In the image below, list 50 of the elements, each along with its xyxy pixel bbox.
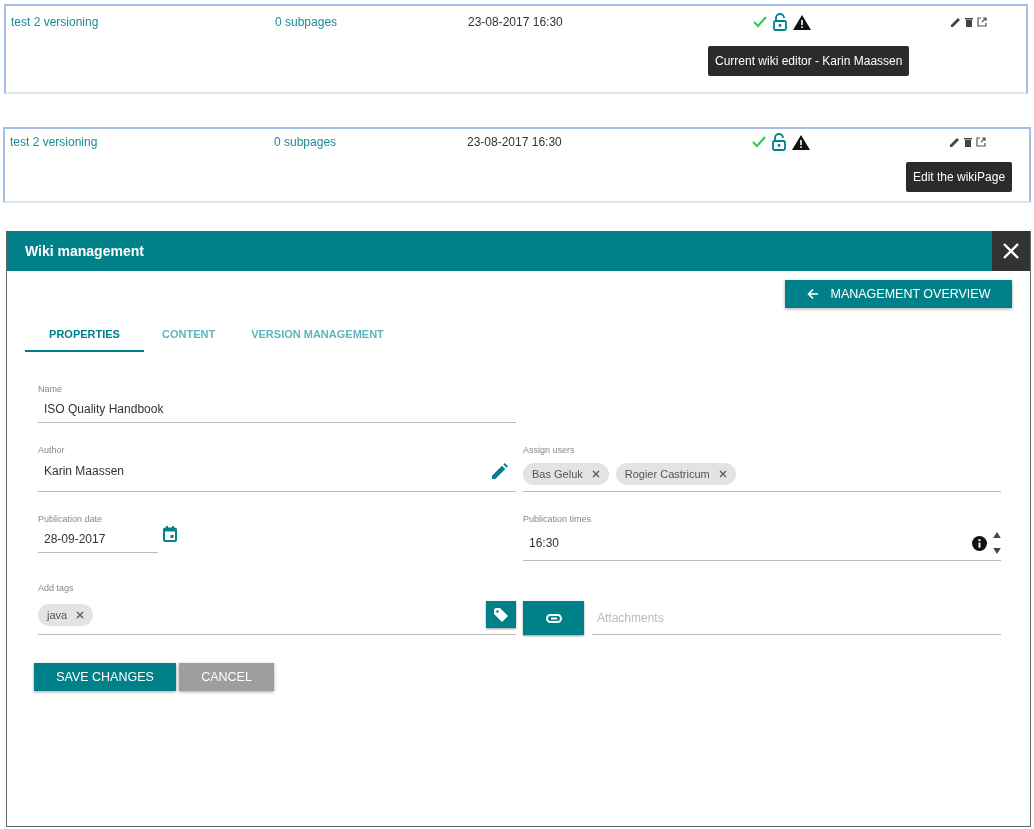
- remove-icon[interactable]: [718, 470, 727, 478]
- tooltip: Current wiki editor - Karin Maassen: [708, 46, 910, 76]
- close-icon: [1003, 243, 1019, 259]
- pencil-icon[interactable]: [950, 137, 960, 147]
- remove-icon[interactable]: [76, 610, 85, 619]
- unlocked-padlock-icon[interactable]: [772, 133, 786, 151]
- assign-users-field[interactable]: Assign users Bas Geluk Rogier Castricum: [523, 445, 1001, 492]
- management-overview-button[interactable]: MANAGEMENT OVERVIEW: [785, 280, 1012, 308]
- user-chip[interactable]: Bas Geluk: [523, 463, 609, 485]
- unlocked-padlock-icon[interactable]: [773, 13, 787, 31]
- close-button[interactable]: [992, 231, 1030, 271]
- info-icon: [972, 535, 987, 551]
- save-button[interactable]: SAVE CHANGES: [34, 663, 176, 691]
- subpages-link[interactable]: 0 subpages: [275, 15, 468, 29]
- tag-icon: [494, 607, 508, 622]
- name-field[interactable]: Name ISO Quality Handbook: [38, 384, 516, 423]
- modified-date: 23-08-2017 16:30: [467, 135, 563, 149]
- spinner-arrows-icon[interactable]: [993, 532, 1001, 554]
- link-icon: [545, 613, 562, 623]
- wiki-title-link[interactable]: test 2 versioning: [6, 15, 275, 29]
- remove-icon[interactable]: [591, 470, 600, 478]
- trash-icon[interactable]: [965, 17, 973, 27]
- attach-button[interactable]: [523, 601, 584, 635]
- tooltip: Edit the wikiPage: [906, 162, 1013, 192]
- cancel-button[interactable]: CANCEL: [179, 663, 274, 691]
- publication-times-field[interactable]: Publication times 16:30: [523, 514, 1001, 561]
- subpages-link[interactable]: 0 subpages: [274, 135, 467, 149]
- external-link-icon[interactable]: [977, 17, 987, 27]
- arrow-left-icon: [806, 288, 819, 300]
- trash-icon[interactable]: [964, 137, 972, 147]
- user-chip[interactable]: Rogier Castricum: [615, 463, 736, 485]
- tag-chip[interactable]: java: [38, 603, 94, 626]
- tag-button[interactable]: [486, 601, 516, 628]
- warning-icon[interactable]: [793, 14, 811, 30]
- tab[interactable]: PROPERTIES: [25, 320, 144, 352]
- pencil-icon[interactable]: [951, 17, 961, 27]
- pencil-icon[interactable]: [492, 463, 508, 479]
- external-link-icon[interactable]: [976, 137, 986, 147]
- tab[interactable]: CONTENT: [144, 320, 234, 352]
- wiki-title-link[interactable]: test 2 versioning: [5, 135, 274, 149]
- author-field[interactable]: Author Karin Maassen: [38, 445, 516, 492]
- checkmark-icon: [752, 136, 766, 148]
- tab[interactable]: VERSION MANAGEMENT: [233, 320, 402, 352]
- warning-icon[interactable]: [792, 134, 810, 150]
- checkmark-icon: [753, 16, 767, 28]
- dialog-title: Wiki management: [24, 243, 144, 259]
- modified-date: 23-08-2017 16:30: [468, 15, 564, 29]
- calendar-icon[interactable]: [163, 526, 177, 542]
- publication-date-field[interactable]: Publication date 28-09-2017: [38, 514, 158, 553]
- tags-field[interactable]: Add tags java: [38, 583, 516, 635]
